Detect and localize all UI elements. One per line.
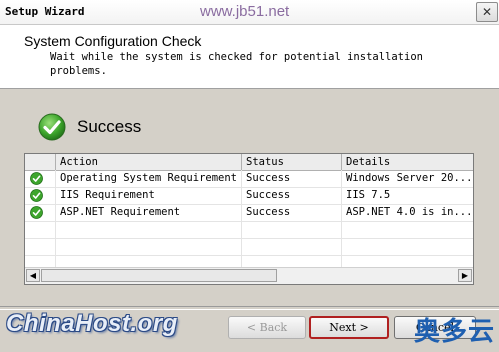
check-icon (30, 172, 43, 185)
scroll-left-button[interactable]: ◀ (26, 269, 40, 282)
cell-details: Windows Server 20... (346, 172, 473, 184)
title-bar: Setup Wizard www.jb51.net ✕ (0, 0, 499, 25)
check-icon (30, 189, 43, 202)
next-button[interactable]: Next > (309, 316, 389, 339)
table-header: Action Status Details (25, 154, 473, 171)
header-action[interactable]: Action (56, 154, 242, 170)
close-icon: ✕ (481, 5, 493, 19)
window-title: Setup Wizard (5, 5, 85, 18)
wizard-header: System Configuration Check Wait while th… (0, 25, 499, 89)
cell-action: ASP.NET Requirement (56, 204, 242, 221)
cjk-watermark: 奥多云 (414, 317, 496, 347)
header-status[interactable]: Status (242, 154, 342, 170)
arrow-left-icon: ◀ (29, 271, 37, 280)
empty-row (25, 221, 473, 239)
table-row[interactable]: IIS Requirement Success IIS 7.5 (25, 187, 473, 205)
cell-status: Success (242, 187, 342, 204)
site-watermark: www.jb51.net (200, 3, 290, 20)
table-row[interactable]: ASP.NET Requirement Success ASP.NET 4.0 … (25, 204, 473, 222)
scroll-thumb[interactable] (41, 269, 277, 282)
success-check-icon (38, 113, 66, 141)
arrow-right-icon: ▶ (461, 271, 469, 280)
chinahost-logo: ChinaHost.org (6, 310, 178, 337)
header-details[interactable]: Details (342, 154, 473, 170)
page-title: System Configuration Check (24, 33, 202, 49)
cell-details: IIS 7.5 (346, 189, 391, 201)
page-subtitle: Wait while the system is checked for pot… (50, 51, 423, 77)
close-button[interactable]: ✕ (476, 2, 498, 22)
cell-details: ASP.NET 4.0 is in... (346, 206, 473, 218)
cell-action: IIS Requirement (56, 187, 242, 204)
requirements-table[interactable]: Action Status Details Operating System R… (24, 153, 474, 285)
empty-row (25, 238, 473, 256)
back-button[interactable]: < Back (228, 316, 306, 339)
cell-status: Success (242, 170, 342, 187)
cell-action: Operating System Requirement (56, 170, 242, 187)
header-icon-column[interactable] (25, 154, 56, 170)
horizontal-scrollbar[interactable]: ◀ ▶ (25, 267, 473, 284)
table-row[interactable]: Operating System Requirement Success Win… (25, 170, 473, 188)
cell-status: Success (242, 204, 342, 221)
check-icon (30, 206, 43, 219)
status-text: Success (77, 117, 142, 136)
scroll-right-button[interactable]: ▶ (458, 269, 472, 282)
